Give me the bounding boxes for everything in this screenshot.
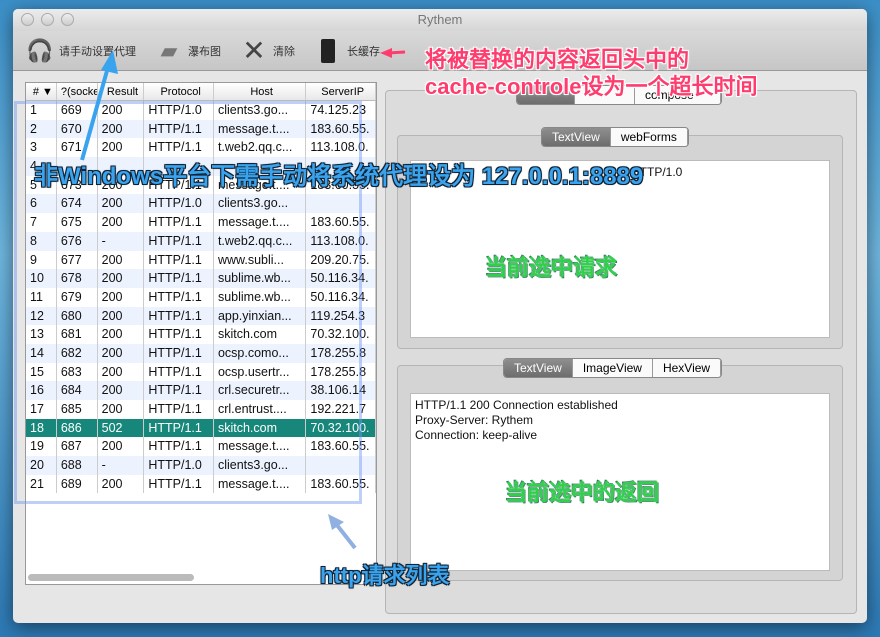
arrow-to-proxy [80,59,112,161]
proxy-annotation: 非Windows平台下需手动将系统代理设为 127.0.0.1:8889 [34,163,644,190]
response-annotation: 当前选中的返回 [505,480,660,505]
request-annotation: 当前选中请求 [485,255,618,280]
list-annotation: http请求列表 [320,563,450,588]
cache-annotation-line2: cache-controle设为一个超长时间 [425,74,758,99]
